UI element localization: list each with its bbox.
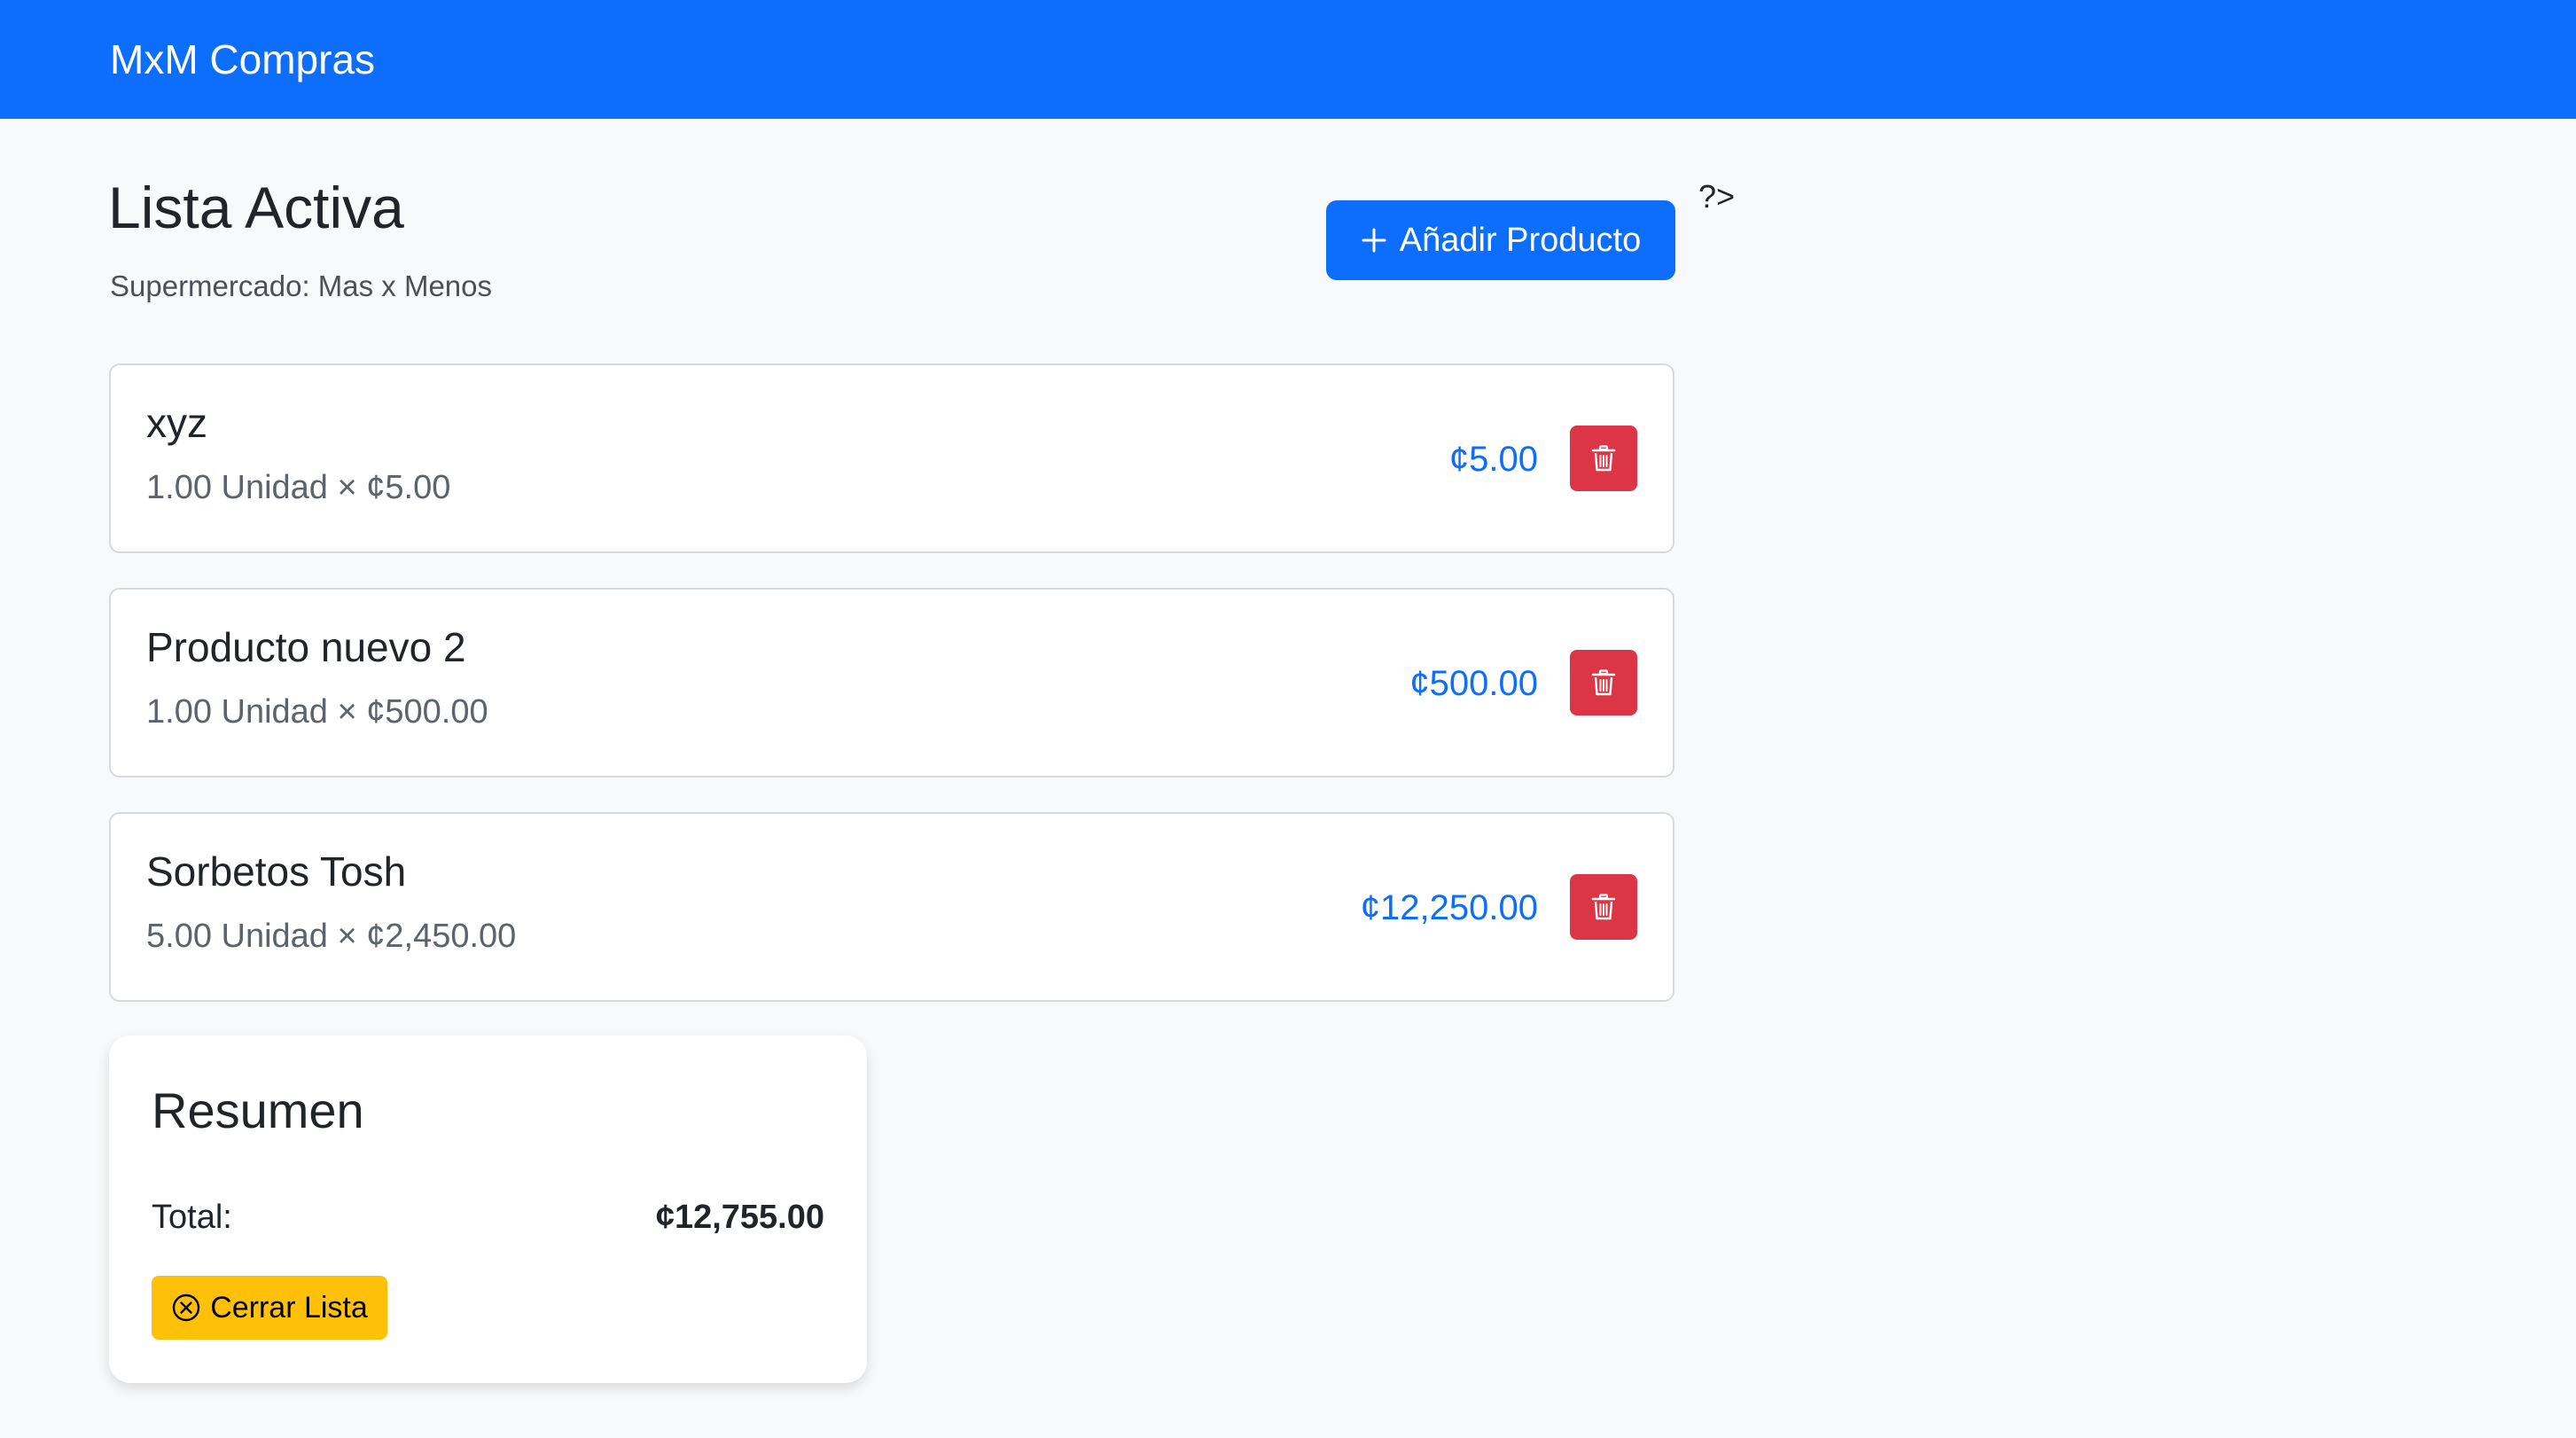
close-list-label: Cerrar Lista (210, 1290, 368, 1325)
x-circle-icon (171, 1293, 201, 1323)
item-detail: 1.00 Unidad × ¢5.00 (146, 469, 451, 506)
item-detail: 5.00 Unidad × ¢2,450.00 (146, 918, 517, 955)
item-name: Sorbetos Tosh (146, 848, 407, 895)
delete-item-button[interactable] (1570, 426, 1637, 491)
list-item: xyz 1.00 Unidad × ¢5.00 ¢5.00 (109, 363, 1674, 553)
page-title: Lista Activa (108, 175, 404, 240)
item-name: xyz (146, 400, 207, 446)
item-detail: 1.00 Unidad × ¢500.00 (146, 693, 488, 731)
add-product-label: Añadir Producto (1399, 221, 1642, 259)
add-product-button[interactable]: Añadir Producto (1326, 200, 1675, 280)
item-price: ¢500.00 (1409, 664, 1538, 703)
list-item: Producto nuevo 2 1.00 Unidad × ¢500.00 ¢… (109, 588, 1674, 778)
trash-icon (1591, 894, 1616, 920)
brand-link[interactable]: MxM Compras (110, 32, 375, 87)
delete-item-button[interactable] (1570, 650, 1637, 715)
item-price: ¢5.00 (1448, 440, 1538, 479)
summary-card: Resumen Total: ¢12,755.00 Cerrar Lista (109, 1036, 867, 1383)
navbar: MxM Compras (0, 0, 2576, 119)
summary-title: Resumen (152, 1082, 364, 1138)
delete-item-button[interactable] (1570, 874, 1637, 940)
stray-php-tag-text: ?> (1698, 178, 1736, 215)
plus-icon (1361, 227, 1387, 254)
item-name: Producto nuevo 2 (146, 624, 466, 670)
list-item: Sorbetos Tosh 5.00 Unidad × ¢2,450.00 ¢1… (109, 812, 1674, 1002)
supermarket-subtitle: Supermercado: Mas x Menos (110, 270, 493, 302)
total-value: ¢12,755.00 (655, 1199, 824, 1236)
item-price: ¢12,250.00 (1360, 888, 1538, 927)
close-list-button[interactable]: Cerrar Lista (152, 1276, 387, 1340)
trash-icon (1591, 445, 1616, 472)
trash-icon (1591, 669, 1616, 696)
total-label: Total: (152, 1199, 232, 1236)
